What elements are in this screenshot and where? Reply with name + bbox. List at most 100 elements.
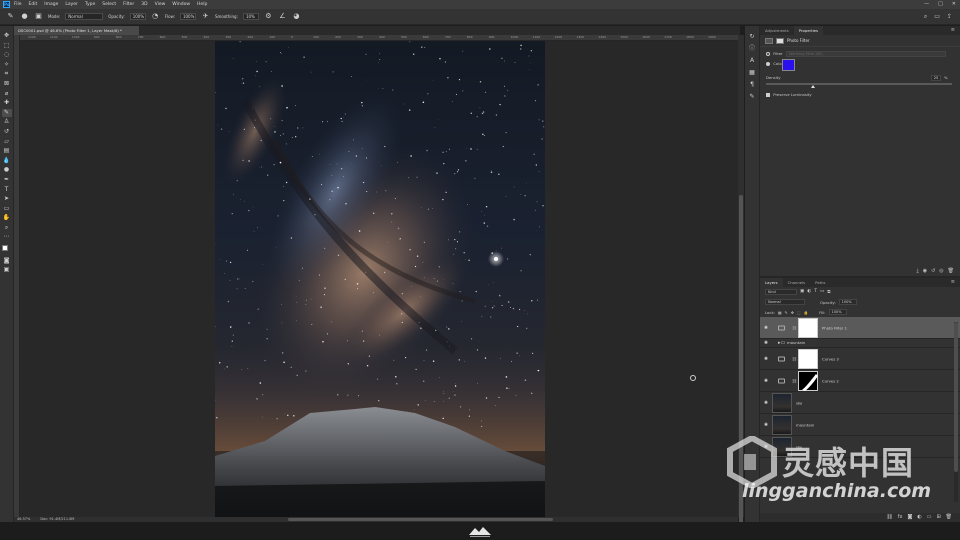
layer-row-curves-3[interactable]: ◉ ⛓ Curves 3 (760, 348, 960, 370)
density-slider[interactable] (766, 83, 952, 88)
marquee-tool-icon[interactable]: ⬚ (2, 42, 12, 50)
path-selection-tool-icon[interactable]: ➤ (2, 195, 12, 203)
frame-tool-icon[interactable]: ⊠ (2, 80, 12, 88)
layer-mask-thumbnail[interactable] (798, 318, 818, 338)
lock-paint-icon[interactable]: ✎ (785, 310, 788, 315)
menu-layer[interactable]: Layer (65, 2, 78, 7)
layer-mask-thumbnail[interactable] (798, 371, 818, 391)
density-field[interactable]: 25 (931, 75, 941, 81)
vertical-scroll-thumb[interactable] (739, 195, 743, 535)
canvas-area[interactable] (20, 41, 738, 517)
foreground-color-swatch[interactable] (1, 245, 8, 252)
link-chain-icon[interactable]: ⛓ (792, 356, 797, 361)
clip-to-layer-icon[interactable]: ⤓ (916, 266, 918, 276)
adjustment-layer-icon[interactable] (765, 37, 773, 44)
menu-window[interactable]: Window (172, 2, 190, 7)
add-mask-icon[interactable]: ◙ (907, 513, 912, 522)
link-layers-icon[interactable]: ⛓ (886, 513, 892, 522)
swatches-icon[interactable]: ▦ (747, 68, 757, 77)
properties-menu-icon[interactable]: ≡ (951, 27, 955, 33)
menu-edit[interactable]: Edit (29, 2, 38, 7)
blend-mode-select[interactable]: Normal (765, 299, 805, 305)
kind-select[interactable]: Kind (765, 289, 797, 295)
new-group-icon[interactable]: ▭ (927, 513, 932, 522)
link-chain-icon[interactable]: ⛓ (792, 378, 797, 383)
tab-paths[interactable]: Paths (810, 278, 830, 287)
color-swatches[interactable] (1, 245, 12, 255)
fill-field[interactable]: 100% (828, 309, 847, 315)
type-filter-icon[interactable]: T (814, 289, 817, 295)
tab-properties[interactable]: Properties (793, 26, 823, 35)
zoom-tool-icon[interactable]: ⌕ (2, 224, 12, 232)
filter-radio[interactable] (766, 52, 770, 56)
healing-brush-tool-icon[interactable]: ✚ (2, 99, 12, 107)
lock-artboard-icon[interactable]: ⬚ (797, 310, 801, 315)
reset-icon[interactable]: ↺ (931, 266, 935, 276)
tab-layers[interactable]: Layers (760, 278, 783, 287)
visibility-eye-icon[interactable]: ◉ (764, 422, 768, 427)
maximize-button[interactable]: □ (938, 1, 943, 7)
pixel-filter-icon[interactable]: ▣ (800, 289, 804, 295)
new-adjustment-icon[interactable]: ◐ (917, 513, 921, 522)
gradient-tool-icon[interactable]: ▤ (2, 147, 12, 155)
layers-scroll-thumb[interactable] (954, 322, 958, 472)
preserve-luminosity-checkbox[interactable] (766, 93, 770, 97)
new-layer-icon[interactable]: ⊞ (936, 513, 940, 522)
menu-view[interactable]: View (155, 2, 166, 7)
eraser-tool-icon[interactable]: ▱ (2, 138, 12, 146)
document-tab[interactable]: DSC0001.psd @ 46.6% (Photo Filter 1, Lay… (14, 26, 140, 35)
layer-row-mountain[interactable]: ◉ mountain (760, 414, 960, 436)
eyedropper-tool-icon[interactable]: ⌀ (2, 90, 12, 98)
color-radio[interactable] (766, 62, 770, 66)
layer-name[interactable]: mountain (796, 422, 814, 427)
layer-row-curves-2[interactable]: ◉ ⛓ Curves 2 (760, 370, 960, 392)
brush-size-icon[interactable]: ● (20, 12, 29, 21)
menu-select[interactable]: Select (102, 2, 116, 7)
smoothing-options-gear-icon[interactable]: ⚙ (264, 12, 273, 21)
brush-tool-icon[interactable]: ✎ (1, 108, 12, 117)
layer-thumbnail[interactable] (772, 393, 792, 413)
mask-icon[interactable] (776, 37, 784, 44)
link-chain-icon[interactable]: ⛓ (792, 325, 797, 330)
crop-tool-icon[interactable]: ⌗ (2, 70, 12, 78)
layer-name[interactable]: Curves 2 (822, 378, 839, 383)
filter-color-swatch[interactable] (782, 59, 795, 71)
brush-icon[interactable]: ✎ (747, 92, 757, 101)
layer-thumbnail[interactable] (772, 437, 792, 457)
mode-select[interactable]: Normal (65, 13, 104, 20)
move-tool-icon[interactable]: ✥ (2, 32, 12, 40)
layers-menu-icon[interactable]: ≡ (951, 279, 955, 285)
visibility-eye-icon[interactable]: ◉ (764, 378, 768, 383)
fx-icon[interactable]: fx (898, 513, 903, 522)
airbrush-icon[interactable]: ✈ (201, 12, 210, 21)
lock-all-icon[interactable]: 🔒 (804, 310, 809, 315)
visibility-eye-icon[interactable]: ◉ (764, 356, 768, 361)
workspace-icon[interactable]: ▭ (934, 13, 940, 21)
opacity-field[interactable]: 100% (129, 13, 146, 20)
info-icon[interactable]: ⓘ (747, 44, 757, 53)
layer-name[interactable]: sky (796, 400, 802, 405)
visibility-eye-icon[interactable]: ◉ (764, 325, 768, 330)
density-slider-knob[interactable] (810, 85, 815, 88)
menu-file[interactable]: File (14, 2, 22, 7)
magic-wand-tool-icon[interactable]: ✧ (2, 61, 12, 69)
menu-image[interactable]: Image (44, 2, 58, 7)
menu-type[interactable]: Type (85, 2, 95, 7)
delete-icon[interactable]: 🗑 (948, 266, 954, 276)
blur-tool-icon[interactable]: 💧 (2, 157, 12, 165)
lock-pixels-icon[interactable]: ▦ (778, 310, 782, 315)
pressure-size-icon[interactable]: ◕ (292, 12, 301, 21)
search-icon[interactable]: ⌕ (924, 13, 927, 21)
shape-filter-icon[interactable]: ▭ (820, 289, 824, 295)
tab-adjustments[interactable]: Adjustments (760, 26, 794, 35)
canvas-vertical-scrollbar[interactable] (738, 35, 744, 535)
lock-position-icon[interactable]: ✥ (791, 310, 794, 315)
layer-mask-thumbnail[interactable] (798, 349, 818, 369)
brush-preset-icon[interactable]: ✎ (6, 12, 15, 21)
horizontal-scroll-thumb[interactable] (288, 518, 553, 521)
visibility-eye-icon[interactable]: ◉ (764, 400, 768, 405)
adjustment-filter-icon[interactable]: ◐ (807, 289, 811, 295)
layer-opacity-field[interactable]: 100% (838, 299, 857, 305)
quick-mask-icon[interactable]: ◙ (2, 257, 12, 265)
angle-icon[interactable]: ∠ (278, 12, 287, 21)
